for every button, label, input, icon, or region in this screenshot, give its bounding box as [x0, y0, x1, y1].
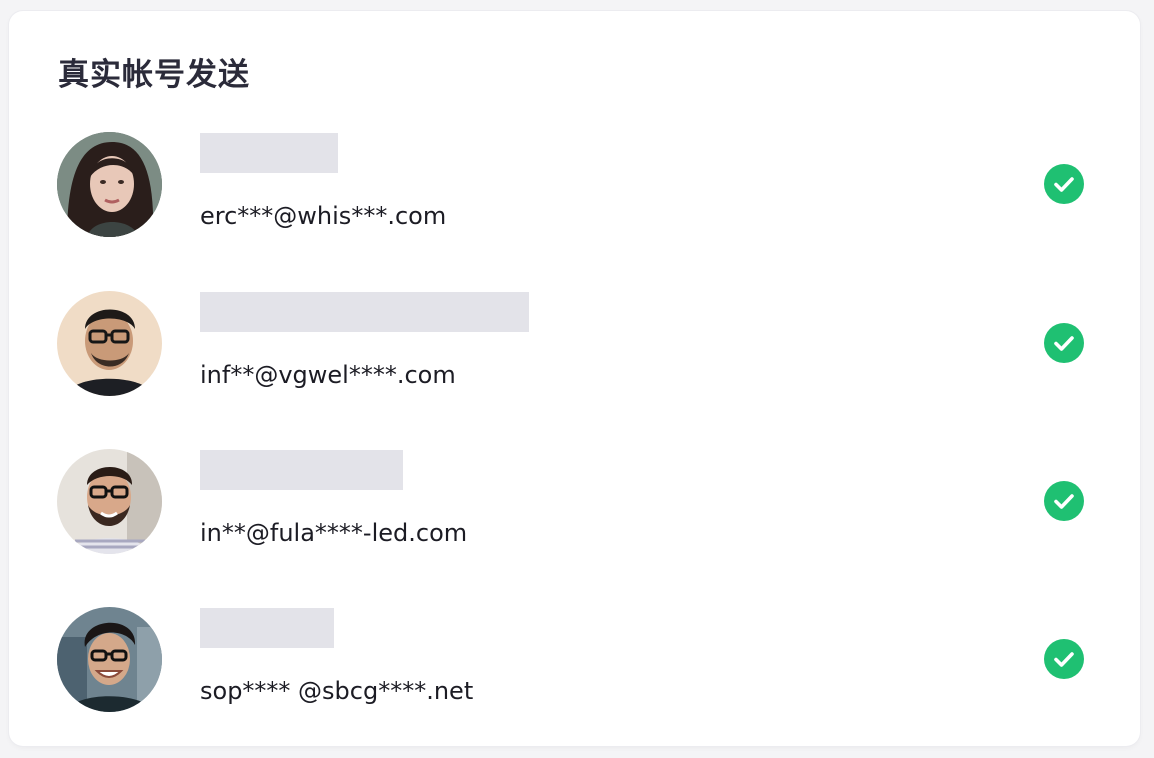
check-circle-icon — [1044, 164, 1084, 204]
panel-title: 真实帐号发送 — [58, 57, 250, 93]
recipient-email: sop**** @sbcg****.net — [200, 677, 474, 705]
recipient-email: erc***@whis***.com — [200, 202, 447, 230]
check-circle-icon — [1044, 481, 1084, 521]
recipient-email: in**@fula****-led.com — [200, 519, 468, 547]
name-redacted — [200, 133, 338, 173]
recipient-row: sop**** @sbcg****.net — [9, 607, 1140, 713]
avatar — [57, 291, 162, 396]
name-redacted — [200, 450, 403, 490]
recipient-email: inf**@vgwel****.com — [200, 361, 456, 389]
recipient-row: erc***@whis***.com — [9, 132, 1140, 238]
check-circle-icon — [1044, 639, 1084, 679]
avatar — [57, 607, 162, 712]
recipient-row: inf**@vgwel****.com — [9, 291, 1140, 397]
check-circle-icon — [1044, 323, 1084, 363]
avatar — [57, 449, 162, 554]
name-redacted — [200, 292, 529, 332]
avatar — [57, 132, 162, 237]
name-redacted — [200, 608, 334, 648]
recipient-row: in**@fula****-led.com — [9, 449, 1140, 555]
recipients-card: 真实帐号发送 erc***@whis***.com inf**@vgwel***… — [9, 11, 1140, 746]
